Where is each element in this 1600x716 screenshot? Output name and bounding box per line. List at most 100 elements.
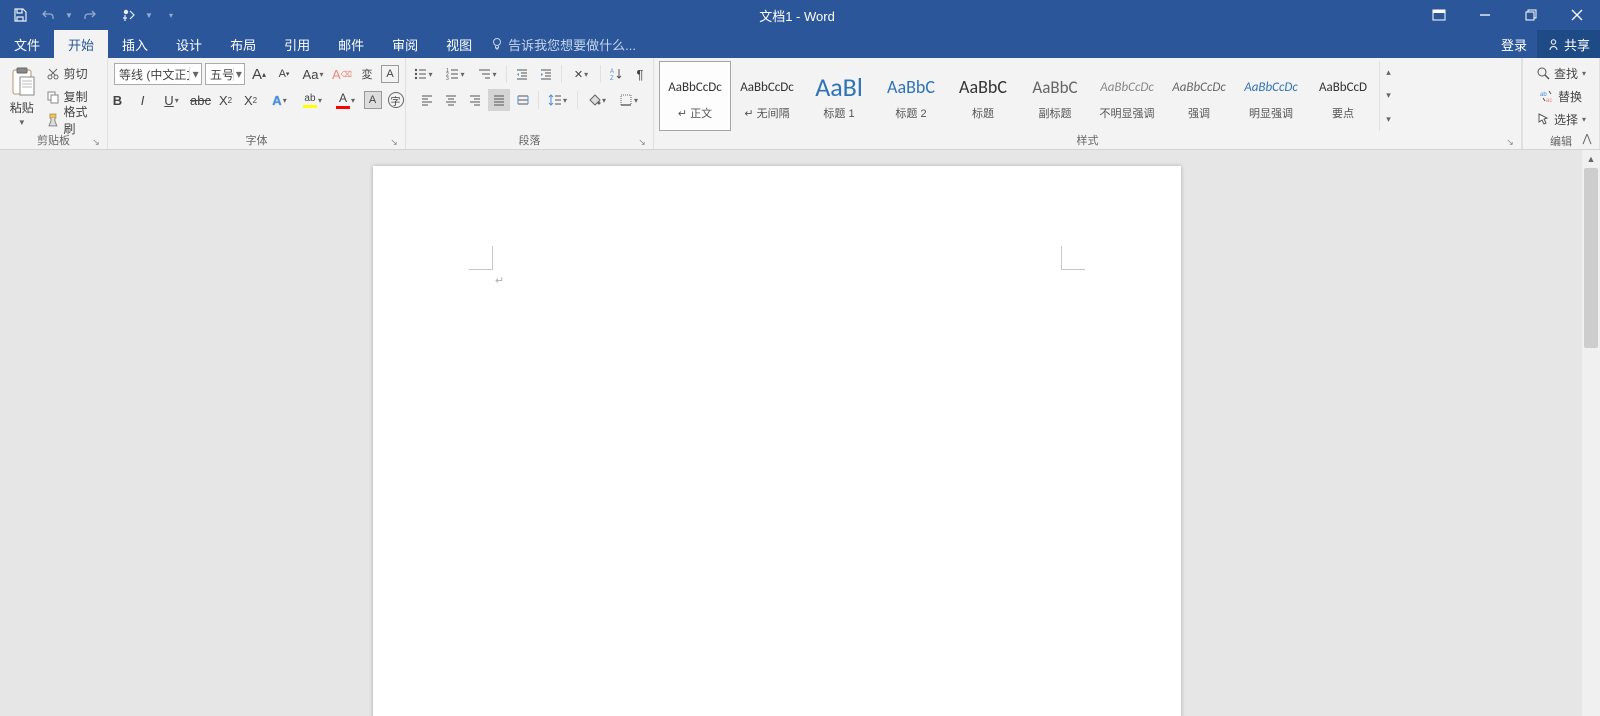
tab-design[interactable]: 设计 bbox=[162, 30, 216, 58]
tab-file[interactable]: 文件 bbox=[0, 30, 54, 58]
style-preview: AaBbCcDc bbox=[1172, 71, 1226, 103]
style-item-4[interactable]: AaBbC标题 bbox=[947, 61, 1019, 131]
style-label: 不明显强调 bbox=[1100, 105, 1155, 121]
tab-view[interactable]: 视图 bbox=[432, 30, 486, 58]
collapse-ribbon-button[interactable]: ⋀ bbox=[1578, 131, 1596, 145]
tab-references[interactable]: 引用 bbox=[270, 30, 324, 58]
title-bar: ▼ ▼ ▾ 文档1 - Word bbox=[0, 0, 1600, 30]
subscript-button[interactable]: X2 bbox=[215, 89, 237, 111]
style-label: 标题 bbox=[972, 105, 994, 121]
redo-button[interactable] bbox=[78, 3, 102, 27]
style-item-0[interactable]: AaBbCcDc↵ 正文 bbox=[659, 61, 731, 131]
style-item-7[interactable]: AaBbCcDc强调 bbox=[1163, 61, 1235, 131]
phonetic-guide-button[interactable]: 変 bbox=[356, 63, 378, 85]
scroll-thumb[interactable] bbox=[1584, 168, 1598, 348]
enclose-char-button[interactable]: 字 bbox=[385, 89, 407, 111]
document-page[interactable]: ↵ bbox=[373, 166, 1181, 716]
shrink-font-button[interactable]: A▾ bbox=[273, 63, 295, 85]
group-label-clipboard: 剪贴板 ↘ bbox=[4, 131, 103, 149]
highlight-button[interactable]: ab▾ bbox=[298, 89, 328, 111]
find-button[interactable]: 查找▾ bbox=[1536, 62, 1586, 84]
touch-dropdown[interactable]: ▼ bbox=[144, 3, 154, 27]
style-item-3[interactable]: AaBbC标题 2 bbox=[875, 61, 947, 131]
align-left-button[interactable] bbox=[416, 89, 438, 111]
style-item-9[interactable]: AaBbCcD要点 bbox=[1307, 61, 1379, 131]
bold-button[interactable]: B bbox=[107, 89, 129, 111]
group-label-styles: 样式 ↘ bbox=[658, 131, 1517, 149]
restore-button[interactable] bbox=[1508, 0, 1554, 30]
paragraph-dialog-launcher[interactable]: ↘ bbox=[637, 137, 647, 147]
clipboard-dialog-launcher[interactable]: ↘ bbox=[91, 137, 101, 147]
superscript-button[interactable]: X2 bbox=[240, 89, 262, 111]
style-item-6[interactable]: AaBbCcDc不明显强调 bbox=[1091, 61, 1163, 131]
tab-review[interactable]: 审阅 bbox=[378, 30, 432, 58]
font-name-combo[interactable]: 等线 (中文正文▾ bbox=[114, 63, 202, 85]
undo-button[interactable] bbox=[36, 3, 60, 27]
strikethrough-button[interactable]: abc bbox=[190, 89, 212, 111]
ribbon-tabs: 文件 开始 插入 设计 布局 引用 邮件 审阅 视图 告诉我您想要做什么... … bbox=[0, 30, 1600, 58]
qat-customize[interactable]: ▾ bbox=[164, 3, 178, 27]
tab-layout[interactable]: 布局 bbox=[216, 30, 270, 58]
italic-button[interactable]: I bbox=[132, 89, 154, 111]
change-case-button[interactable]: Aa▾ bbox=[298, 63, 328, 85]
justify-button[interactable] bbox=[488, 89, 510, 111]
paste-button[interactable]: 粘贴 ▼ bbox=[4, 65, 40, 127]
style-item-8[interactable]: AaBbCcDc明显强调 bbox=[1235, 61, 1307, 131]
style-preview: AaBbCcDc bbox=[740, 71, 794, 103]
style-item-5[interactable]: AaBbC副标题 bbox=[1019, 61, 1091, 131]
borders-button[interactable]: ▾ bbox=[614, 89, 644, 111]
text-effects-button[interactable]: A▾ bbox=[265, 89, 295, 111]
line-spacing-button[interactable]: ▾ bbox=[543, 89, 573, 111]
vertical-scrollbar[interactable]: ▲ bbox=[1582, 150, 1600, 716]
asian-layout-button[interactable]: ✕▾ bbox=[566, 63, 596, 85]
touch-mode-button[interactable] bbox=[116, 3, 140, 27]
close-button[interactable] bbox=[1554, 0, 1600, 30]
bullets-button[interactable]: ▾ bbox=[408, 63, 438, 85]
tell-me-search[interactable]: 告诉我您想要做什么... bbox=[490, 30, 636, 58]
undo-dropdown[interactable]: ▼ bbox=[64, 3, 74, 27]
style-item-2[interactable]: AaBl标题 1 bbox=[803, 61, 875, 131]
quick-access-toolbar: ▼ ▼ ▾ bbox=[0, 0, 178, 30]
format-painter-button[interactable]: 格式刷 bbox=[42, 109, 103, 131]
svg-text:ac: ac bbox=[1546, 98, 1552, 103]
bullets-icon bbox=[413, 67, 427, 81]
save-button[interactable] bbox=[8, 3, 32, 27]
style-label: 要点 bbox=[1332, 105, 1354, 121]
svg-text:3: 3 bbox=[446, 76, 449, 81]
style-item-1[interactable]: AaBbCcDc ↵ 无间隔 bbox=[731, 61, 803, 131]
tab-insert[interactable]: 插入 bbox=[108, 30, 162, 58]
minimize-button[interactable] bbox=[1462, 0, 1508, 30]
login-button[interactable]: 登录 bbox=[1491, 30, 1537, 58]
style-preview: AaBbC bbox=[1032, 71, 1077, 103]
font-dialog-launcher[interactable]: ↘ bbox=[389, 137, 399, 147]
cut-button[interactable]: 剪切 bbox=[42, 63, 103, 85]
document-area[interactable]: ↵ bbox=[0, 150, 1582, 716]
decrease-indent-button[interactable] bbox=[511, 63, 533, 85]
ribbon-display-options[interactable] bbox=[1416, 0, 1462, 30]
styles-more-button[interactable]: ▴▾▾ bbox=[1379, 61, 1397, 131]
increase-indent-button[interactable] bbox=[535, 63, 557, 85]
share-button[interactable]: 共享 bbox=[1537, 30, 1600, 58]
shading-button[interactable]: ▾ bbox=[582, 89, 612, 111]
sort-button[interactable]: AZ bbox=[605, 63, 627, 85]
style-label: ↵ 无间隔 bbox=[744, 105, 789, 121]
replace-button[interactable]: abac 替换 bbox=[1540, 85, 1582, 107]
clear-formatting-button[interactable]: A⌫ bbox=[331, 63, 353, 85]
char-shading-button[interactable]: A bbox=[364, 91, 382, 109]
styles-dialog-launcher[interactable]: ↘ bbox=[1505, 137, 1515, 147]
multilevel-list-button[interactable]: ▾ bbox=[472, 63, 502, 85]
font-color-button[interactable]: A▾ bbox=[331, 89, 361, 111]
show-marks-button[interactable]: ¶ bbox=[629, 63, 651, 85]
align-right-button[interactable] bbox=[464, 89, 486, 111]
align-center-button[interactable] bbox=[440, 89, 462, 111]
underline-button[interactable]: U▾ bbox=[157, 89, 187, 111]
distribute-button[interactable] bbox=[512, 89, 534, 111]
grow-font-button[interactable]: A▴ bbox=[248, 63, 270, 85]
tab-mailings[interactable]: 邮件 bbox=[324, 30, 378, 58]
select-button[interactable]: 选择▾ bbox=[1536, 108, 1586, 130]
scroll-up-button[interactable]: ▲ bbox=[1582, 150, 1600, 168]
tab-home[interactable]: 开始 bbox=[54, 30, 108, 58]
numbering-button[interactable]: 123▾ bbox=[440, 63, 470, 85]
char-border-button[interactable]: A bbox=[381, 65, 399, 83]
font-size-combo[interactable]: 五号▾ bbox=[205, 63, 245, 85]
